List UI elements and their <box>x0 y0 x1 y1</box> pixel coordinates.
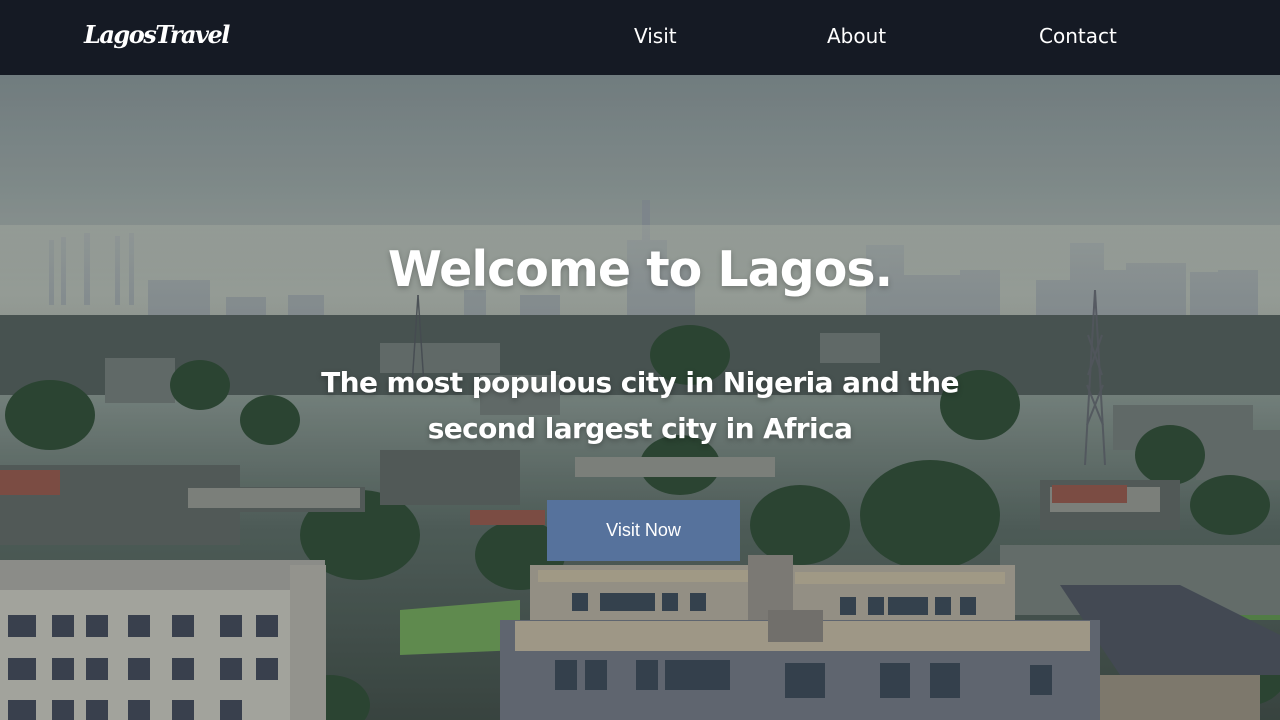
top-navbar: LagosTravel Visit About Contact <box>0 0 1280 75</box>
site-logo[interactable]: LagosTravel <box>84 20 230 49</box>
nav-link-visit[interactable]: Visit <box>634 24 677 48</box>
hero-section: Welcome to Lagos. The most populous city… <box>0 75 1280 720</box>
hero-subtitle: The most populous city in Nigeria and th… <box>321 366 959 445</box>
visit-now-button[interactable]: Visit Now <box>547 500 740 561</box>
nav-link-about[interactable]: About <box>827 24 886 48</box>
nav-link-contact[interactable]: Contact <box>1039 24 1117 48</box>
hero-title: Welcome to Lagos. <box>387 241 893 298</box>
